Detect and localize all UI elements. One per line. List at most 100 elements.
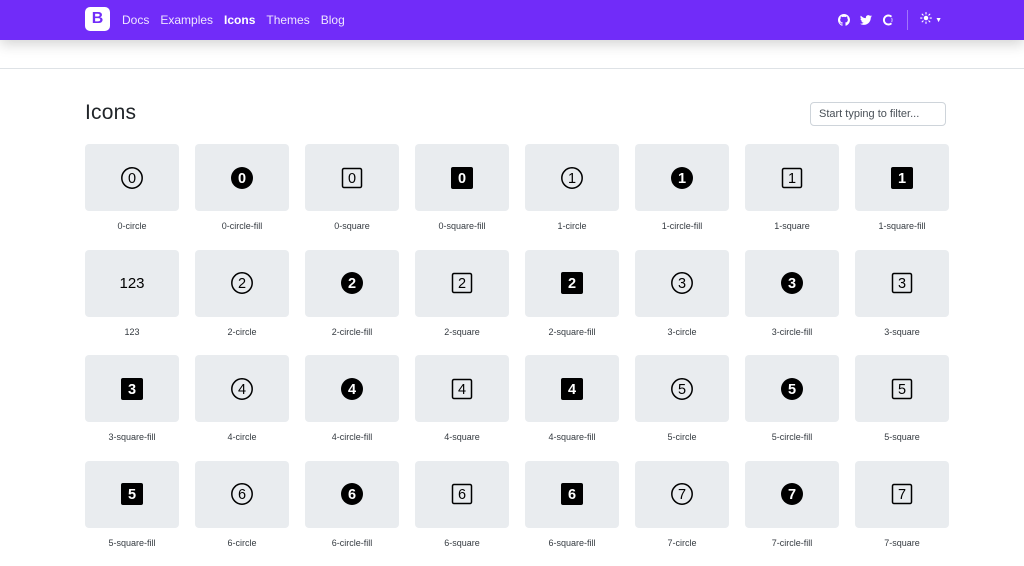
nav-link-icons[interactable]: Icons xyxy=(224,13,255,27)
icon-preview: 5 xyxy=(745,355,839,422)
icon-label: 3-square-fill xyxy=(85,432,179,442)
icon-tile[interactable]: 1 1-circle-fill xyxy=(635,144,729,250)
icon-tile[interactable]: 0 0-square-fill xyxy=(415,144,509,250)
icon-tile[interactable]: 7 7-circle xyxy=(635,461,729,566)
icon-label: 7-circle xyxy=(635,538,729,548)
icon-tile[interactable]: 3 3-square-fill xyxy=(85,355,179,461)
number-square-fill-icon: 3 xyxy=(121,378,143,400)
icon-preview: 3 xyxy=(745,250,839,317)
nav-separator xyxy=(907,10,908,30)
icon-tile[interactable]: 55-square-fill xyxy=(85,461,179,566)
icon-label: 5-circle xyxy=(635,432,729,442)
page-title: Icons xyxy=(85,101,136,125)
number-square-icon: 4 xyxy=(451,378,473,400)
icon-label: 3-square xyxy=(855,327,949,337)
icon-glyph-text: 2 xyxy=(348,276,356,292)
icon-label: 0-square-fill xyxy=(415,221,509,231)
icon-tile[interactable]: 4 4-square xyxy=(415,355,509,461)
icon-tile[interactable]: 55-square xyxy=(855,355,949,461)
icon-tile[interactable]: 1 1-square xyxy=(745,144,839,250)
number-circle-fill-icon: 1 xyxy=(671,167,693,189)
icon-label: 0-square xyxy=(305,221,399,231)
icon-label: 4-circle-fill xyxy=(305,432,399,442)
number-square-fill-icon: 1 xyxy=(891,167,913,189)
icon-filter-input[interactable] xyxy=(810,102,946,126)
number-square-icon: 2 xyxy=(451,272,473,294)
icon-tile[interactable]: 2 2-circle-fill xyxy=(305,250,399,356)
icon-tile[interactable]: 44-circle xyxy=(195,355,289,461)
number-square-fill-icon: 0 xyxy=(451,167,473,189)
icon-tile[interactable]: 33-circle-fill xyxy=(745,250,839,356)
icon-preview: 4 xyxy=(525,355,619,422)
number-circle-fill-icon: 0 xyxy=(231,167,253,189)
icon-tile[interactable]: 66-square xyxy=(415,461,509,566)
icon-label: 5-square xyxy=(855,432,949,442)
icon-preview: 5 xyxy=(635,355,729,422)
number-circle-icon: 5 xyxy=(671,378,693,400)
icon-tile[interactable]: 66-circle-fill xyxy=(305,461,399,566)
chevron-down-icon: ▼ xyxy=(935,17,942,24)
icon-glyph-text: 0 xyxy=(348,171,356,187)
icon-glyph-text: 5 xyxy=(678,382,686,398)
icon-preview: 1 xyxy=(855,144,949,211)
icon-glyph-text: 3 xyxy=(898,276,906,292)
nav-link-docs[interactable]: Docs xyxy=(122,13,149,27)
icon-label: 4-square xyxy=(415,432,509,442)
icon-preview: 2 xyxy=(305,250,399,317)
number-square-icon: 1 xyxy=(781,167,803,189)
sun-icon xyxy=(920,11,932,29)
nav-link-blog[interactable]: Blog xyxy=(321,13,345,27)
icon-tile[interactable]: 4 4-circle-fill xyxy=(305,355,399,461)
icon-tile[interactable]: 66-square-fill xyxy=(525,461,619,566)
icon-preview: 3 xyxy=(855,250,949,317)
icon-glyph-text: 7 xyxy=(678,487,686,503)
icon-preview: 3 xyxy=(85,355,179,422)
github-icon[interactable] xyxy=(838,14,850,26)
icon-tile[interactable]: 11-circle xyxy=(525,144,619,250)
icon-tile[interactable]: 123123 xyxy=(85,250,179,356)
main-nav: Docs Examples Icons Themes Blog xyxy=(122,0,356,40)
number-circle-fill-icon: 6 xyxy=(341,483,363,505)
icon-label: 2-circle-fill xyxy=(305,327,399,337)
icon-glyph-text: 3 xyxy=(788,276,796,292)
icon-tile[interactable]: 33-circle xyxy=(635,250,729,356)
icon-preview: 4 xyxy=(305,355,399,422)
icon-glyph-text: 6 xyxy=(238,487,246,503)
icon-label: 5-circle-fill xyxy=(745,432,839,442)
icon-tile[interactable]: 7 7-square xyxy=(855,461,949,566)
icon-glyph-text: 0 xyxy=(458,171,466,187)
nav-link-themes[interactable]: Themes xyxy=(266,13,309,27)
icon-tile[interactable]: 3 3-square xyxy=(855,250,949,356)
icon-tile[interactable]: 11-square-fill xyxy=(855,144,949,250)
number-square-fill-icon: 6 xyxy=(561,483,583,505)
icon-label: 1-square xyxy=(745,221,839,231)
icon-label: 2-circle xyxy=(195,327,289,337)
number-circle-fill-icon: 4 xyxy=(341,378,363,400)
icon-tile[interactable]: 22-square-fill xyxy=(525,250,619,356)
bootstrap-logo[interactable]: B xyxy=(85,7,110,31)
icon-glyph-text: 7 xyxy=(898,487,906,503)
icon-tile[interactable]: 44-square-fill xyxy=(525,355,619,461)
icon-label: 1-circle-fill xyxy=(635,221,729,231)
theme-toggle-button[interactable]: ▼ xyxy=(920,11,942,29)
twitter-icon[interactable] xyxy=(860,14,872,26)
icon-tile[interactable]: 77-circle-fill xyxy=(745,461,839,566)
icon-tile[interactable]: 5 5-circle xyxy=(635,355,729,461)
nav-link-examples[interactable]: Examples xyxy=(160,13,213,27)
number-square-icon: 3 xyxy=(891,272,913,294)
icon-label: 7-square xyxy=(855,538,949,548)
icon-tile[interactable]: 22-square xyxy=(415,250,509,356)
icon-tile[interactable]: 00-circle-fill xyxy=(195,144,289,250)
opencollective-icon[interactable] xyxy=(882,14,894,26)
icon-tile[interactable]: 5 5-circle-fill xyxy=(745,355,839,461)
icon-tile[interactable]: 0 0-square xyxy=(305,144,399,250)
icon-glyph-text: 5 xyxy=(128,487,136,503)
icon-glyph-text: 4 xyxy=(238,382,246,398)
icon-tile[interactable]: 00-circle xyxy=(85,144,179,250)
icon-glyph-text: 1 xyxy=(898,171,906,187)
icon-preview: 6 xyxy=(525,461,619,528)
icon-label: 0-circle xyxy=(85,221,179,231)
number-circle-fill-icon: 3 xyxy=(781,272,803,294)
icon-tile[interactable]: 66-circle xyxy=(195,461,289,566)
icon-tile[interactable]: 22-circle xyxy=(195,250,289,356)
